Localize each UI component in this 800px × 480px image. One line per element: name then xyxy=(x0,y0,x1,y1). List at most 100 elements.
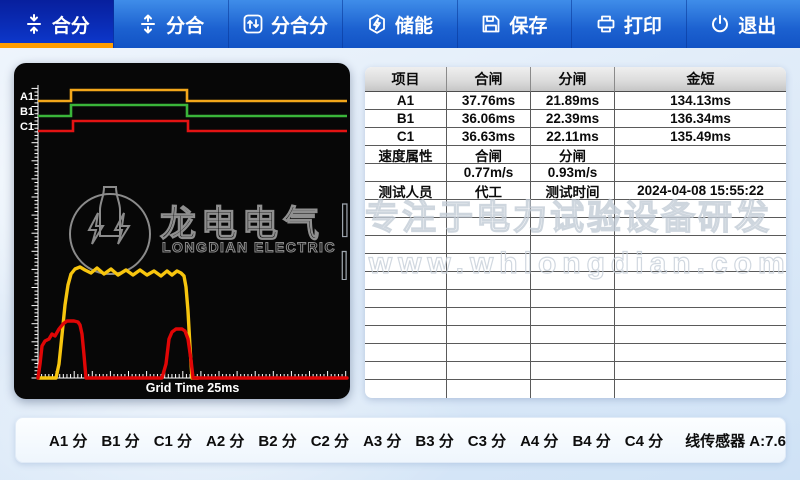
tab-open-close-open[interactable]: 分合分 xyxy=(229,0,343,48)
table-row xyxy=(365,362,786,380)
line-sensor-value: 线传感器 A:7.6 xyxy=(685,430,786,451)
table-cell xyxy=(531,200,615,218)
table-cell xyxy=(447,200,531,218)
tab-label: 储能 xyxy=(395,11,433,38)
table-cell xyxy=(365,236,447,254)
top-nav: 合分 分合 分合分 xyxy=(0,0,800,48)
table-cell xyxy=(447,380,531,398)
table-row: A137.76ms21.89ms134.13ms xyxy=(365,92,786,110)
table-cell: 134.13ms xyxy=(615,92,786,110)
phase-status-item: C1 分 xyxy=(154,430,192,451)
table-cell: 测试时间 xyxy=(531,182,615,200)
table-row xyxy=(365,218,786,236)
table-cell: A1 xyxy=(365,92,447,110)
table-cell xyxy=(615,272,786,290)
table-cell xyxy=(615,344,786,362)
table-cell xyxy=(447,218,531,236)
channel-label: C1 xyxy=(20,121,34,133)
save-icon xyxy=(481,14,501,34)
table-cell xyxy=(615,362,786,380)
table-cell xyxy=(365,308,447,326)
table-cell: 代工 xyxy=(447,182,531,200)
waveform-panel: 龙电电气 LONGDIAN ELECTRIC A1B1C1Grid Time 2… xyxy=(14,63,350,399)
table-cell: 36.63ms xyxy=(447,128,531,146)
table-cell xyxy=(615,326,786,344)
table-cell xyxy=(447,236,531,254)
table-cell: 速度属性 xyxy=(365,146,447,164)
phase-status-item: C3 分 xyxy=(468,430,506,451)
table-cell xyxy=(365,164,447,182)
table-cell: 合闸 xyxy=(447,67,531,92)
table-cell xyxy=(365,326,447,344)
phase-status-item: B2 分 xyxy=(258,430,296,451)
table-cell xyxy=(365,254,447,272)
table-row: 速度属性合闸分闸 xyxy=(365,146,786,164)
table-cell xyxy=(615,236,786,254)
grid-time-label: Grid Time 25ms xyxy=(146,381,240,395)
table-cell xyxy=(447,254,531,272)
table-cell xyxy=(615,218,786,236)
table-cell: 135.49ms xyxy=(615,128,786,146)
table-cell xyxy=(447,290,531,308)
table-cell xyxy=(531,308,615,326)
phase-status-item: A3 分 xyxy=(363,430,401,451)
tab-print[interactable]: 打印 xyxy=(572,0,686,48)
table-cell xyxy=(365,218,447,236)
channel-label: A1 xyxy=(20,91,34,103)
table-row xyxy=(365,254,786,272)
table-row xyxy=(365,200,786,218)
table-cell: 0.77m/s xyxy=(447,164,531,182)
tab-label: 打印 xyxy=(624,11,662,38)
table-row xyxy=(365,236,786,254)
table-cell: B1 xyxy=(365,110,447,128)
table-cell xyxy=(365,380,447,398)
table-cell xyxy=(531,218,615,236)
table-row xyxy=(365,308,786,326)
tab-open-close[interactable]: 分合 xyxy=(114,0,228,48)
table-cell xyxy=(447,362,531,380)
table-cell: 项目 xyxy=(365,67,447,92)
phase-status-item: B1 分 xyxy=(101,430,139,451)
table-cell xyxy=(365,362,447,380)
table-row xyxy=(365,344,786,362)
table-cell xyxy=(531,254,615,272)
tab-save[interactable]: 保存 xyxy=(458,0,572,48)
phase-status-item: C2 分 xyxy=(311,430,349,451)
table-row xyxy=(365,290,786,308)
table-row xyxy=(365,272,786,290)
table-header-row: 项目合闸分闸金短 xyxy=(365,67,786,92)
table-cell xyxy=(615,146,786,164)
table-cell xyxy=(615,290,786,308)
open-close-open-icon xyxy=(243,14,263,34)
table-cell: 36.06ms xyxy=(447,110,531,128)
table-cell xyxy=(615,308,786,326)
table-cell: 22.11ms xyxy=(531,128,615,146)
energy-storage-icon xyxy=(367,14,387,34)
table-cell xyxy=(365,344,447,362)
table-cell xyxy=(615,164,786,182)
close-open-icon xyxy=(24,14,44,34)
table-cell: 37.76ms xyxy=(447,92,531,110)
tab-close-open[interactable]: 合分 xyxy=(0,0,114,48)
table-cell xyxy=(615,254,786,272)
table-row xyxy=(365,380,786,398)
phase-status-item: A4 分 xyxy=(520,430,558,451)
tab-energy-storage[interactable]: 储能 xyxy=(343,0,457,48)
table-cell xyxy=(531,290,615,308)
tab-exit[interactable]: 退出 xyxy=(687,0,800,48)
tab-label: 分合分 xyxy=(271,11,328,38)
waveform-plot: A1 B1 C1 Grid Time 25ms xyxy=(14,63,350,399)
table-cell xyxy=(365,200,447,218)
status-bar: A1 分B1 分C1 分A2 分B2 分C2 分A3 分B3 分C3 分A4 分… xyxy=(15,417,786,463)
table-row: C136.63ms22.11ms135.49ms xyxy=(365,128,786,146)
table-row: 测试人员代工测试时间2024-04-08 15:55:22 xyxy=(365,182,786,200)
table-cell xyxy=(447,326,531,344)
table-cell: C1 xyxy=(365,128,447,146)
result-table: 项目合闸分闸金短A137.76ms21.89ms134.13msB136.06m… xyxy=(365,67,786,398)
channel-label: B1 xyxy=(20,106,34,118)
table-cell: 22.39ms xyxy=(531,110,615,128)
print-icon xyxy=(596,14,616,34)
power-exit-icon xyxy=(710,14,730,34)
table-cell xyxy=(365,290,447,308)
table-row: B136.06ms22.39ms136.34ms xyxy=(365,110,786,128)
